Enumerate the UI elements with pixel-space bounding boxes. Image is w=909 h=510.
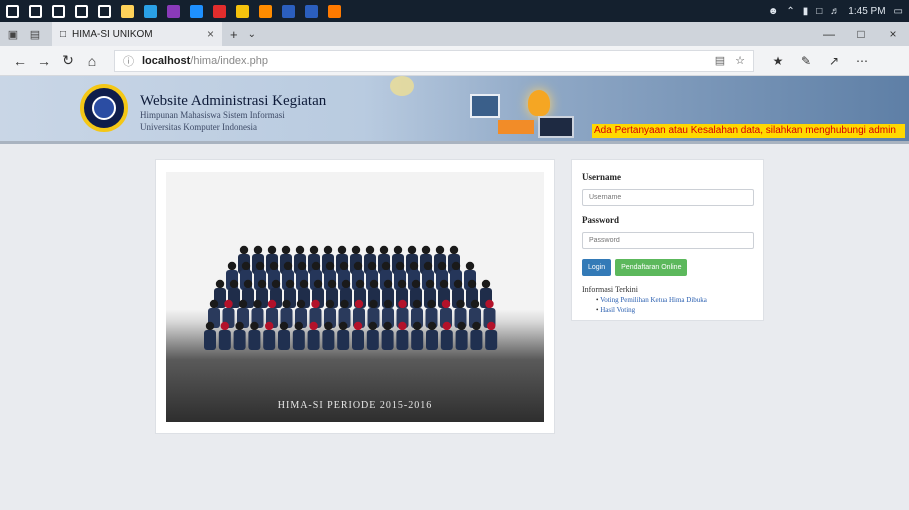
notification-icon[interactable]: ▭ xyxy=(894,6,903,17)
powerpoint-icon[interactable] xyxy=(305,4,318,18)
windows-start-icon[interactable] xyxy=(6,4,19,18)
opera-icon[interactable] xyxy=(213,4,226,18)
username-input[interactable] xyxy=(582,189,754,206)
browser-tab-bar: ▣ ▤ □ HIMA-SI UNIKOM × + ⌄ — □ × xyxy=(0,22,909,46)
site-university: Universitas Komputer Indonesia xyxy=(140,122,257,132)
people-icon[interactable]: ☻ xyxy=(768,6,779,17)
unikom-logo xyxy=(80,84,128,132)
password-label: Password xyxy=(582,215,620,225)
admin-notice-marquee: Ada Pertanyaan atau Kesalahan data, sila… xyxy=(592,124,905,138)
tab-preview-chevron-icon[interactable]: ⌄ xyxy=(248,29,256,40)
explorer-icon[interactable] xyxy=(121,4,134,18)
main-content: HIMA-SI PERIODE 2015-2016 Username Passw… xyxy=(0,147,909,510)
url-host: localhost xyxy=(142,54,191,67)
pen-icon[interactable]: ✎ xyxy=(792,54,820,68)
address-toolbar: ← → ↻ ⌂ ⓘ localhost /hima/index.php ▤ ☆ … xyxy=(0,46,909,76)
info-link-voting[interactable]: Voting Pemilihan Ketua Hima Dibuka xyxy=(596,296,753,304)
url-path: /hima/index.php xyxy=(190,54,268,67)
banner-illustration-box xyxy=(498,120,534,134)
register-button[interactable]: Pendaftaran Online xyxy=(615,259,688,276)
site-banner: Website Administrasi Kegiatan Himpunan M… xyxy=(0,76,909,144)
favorites-hub-icon[interactable]: ★ xyxy=(764,54,792,68)
home-icon[interactable]: ⌂ xyxy=(80,53,104,69)
info-title: Informasi Terkini xyxy=(582,285,638,294)
premiere-icon[interactable] xyxy=(167,4,180,18)
page-icon: □ xyxy=(60,28,67,40)
group-photo: HIMA-SI PERIODE 2015-2016 xyxy=(166,172,544,422)
network-icon[interactable]: □ xyxy=(816,6,822,17)
windows-taskbar: ☻ ⌃ ▮ □ ♬ 1:45 PM ▭ xyxy=(0,0,909,22)
tab-title: HIMA-SI UNIKOM xyxy=(72,28,153,40)
store-icon[interactable] xyxy=(75,4,88,18)
info-link-hasil-voting[interactable]: Hasil Voting xyxy=(596,306,753,314)
browser-tools: ★ ✎ ↗ ⋯ xyxy=(764,54,876,68)
group-photo-people xyxy=(204,245,498,350)
window-controls: — □ × xyxy=(813,27,909,41)
more-icon[interactable]: ⋯ xyxy=(848,54,876,68)
login-panel: Username Password Login Pendaftaran Onli… xyxy=(571,159,764,321)
search-cortana-icon[interactable] xyxy=(29,4,42,18)
task-view-icon[interactable] xyxy=(52,4,65,18)
clock[interactable]: 1:45 PM xyxy=(848,6,885,17)
share-icon[interactable]: ↗ xyxy=(820,54,848,68)
favorite-star-icon[interactable]: ☆ xyxy=(735,54,745,67)
site-title: Website Administrasi Kegiatan xyxy=(140,93,327,109)
banner-lightbulb-deco xyxy=(390,76,414,96)
tab-hima-si[interactable]: □ HIMA-SI UNIKOM × xyxy=(52,22,222,46)
word-icon[interactable] xyxy=(282,4,295,18)
new-tab-button[interactable]: + xyxy=(230,27,238,42)
username-label: Username xyxy=(582,172,621,182)
chrome-icon[interactable] xyxy=(236,4,249,18)
maximize-button[interactable]: □ xyxy=(845,27,877,41)
banner-illustration-screen xyxy=(470,94,500,118)
close-window-button[interactable]: × xyxy=(877,27,909,41)
edge-icon[interactable] xyxy=(144,4,157,18)
info-icon[interactable]: ⓘ xyxy=(123,53,134,69)
refresh-icon[interactable]: ↻ xyxy=(56,52,80,69)
close-tab-icon[interactable]: × xyxy=(207,27,214,41)
system-tray: ☻ ⌃ ▮ □ ♬ 1:45 PM ▭ xyxy=(760,6,903,17)
photo-caption: HIMA-SI PERIODE 2015-2016 xyxy=(277,400,433,411)
battery-icon[interactable]: ▮ xyxy=(803,6,809,17)
forward-icon[interactable]: → xyxy=(32,53,56,69)
address-bar[interactable]: ⓘ localhost /hima/index.php ▤ ☆ xyxy=(114,49,754,72)
login-actions: Login Pendaftaran Online xyxy=(582,259,753,276)
back-icon[interactable]: ← xyxy=(8,53,32,69)
taskbar-icons xyxy=(6,4,351,18)
tabs-aside-icon[interactable]: ▣ xyxy=(4,25,22,43)
banner-laptop-icon xyxy=(538,116,574,138)
login-button[interactable]: Login xyxy=(582,259,612,276)
sublime-icon[interactable] xyxy=(259,4,272,18)
info-list: Voting Pemilihan Ketua Hima Dibuka Hasil… xyxy=(582,296,753,314)
chevron-up-icon[interactable]: ⌃ xyxy=(786,6,794,17)
site-subtitle: Himpunan Mahasiswa Sistem Informasi xyxy=(140,110,285,120)
mail-icon[interactable] xyxy=(98,4,111,18)
show-tabs-icon[interactable]: ▤ xyxy=(26,25,44,43)
photo-panel: HIMA-SI PERIODE 2015-2016 xyxy=(155,159,555,434)
app-icon[interactable] xyxy=(328,4,341,18)
minimize-button[interactable]: — xyxy=(813,27,845,41)
banner-lightbulb-icon xyxy=(528,90,550,116)
photoshop-icon[interactable] xyxy=(190,4,203,18)
volume-icon[interactable]: ♬ xyxy=(830,6,840,17)
password-input[interactable] xyxy=(582,232,754,249)
reading-view-icon[interactable]: ▤ xyxy=(715,54,725,67)
